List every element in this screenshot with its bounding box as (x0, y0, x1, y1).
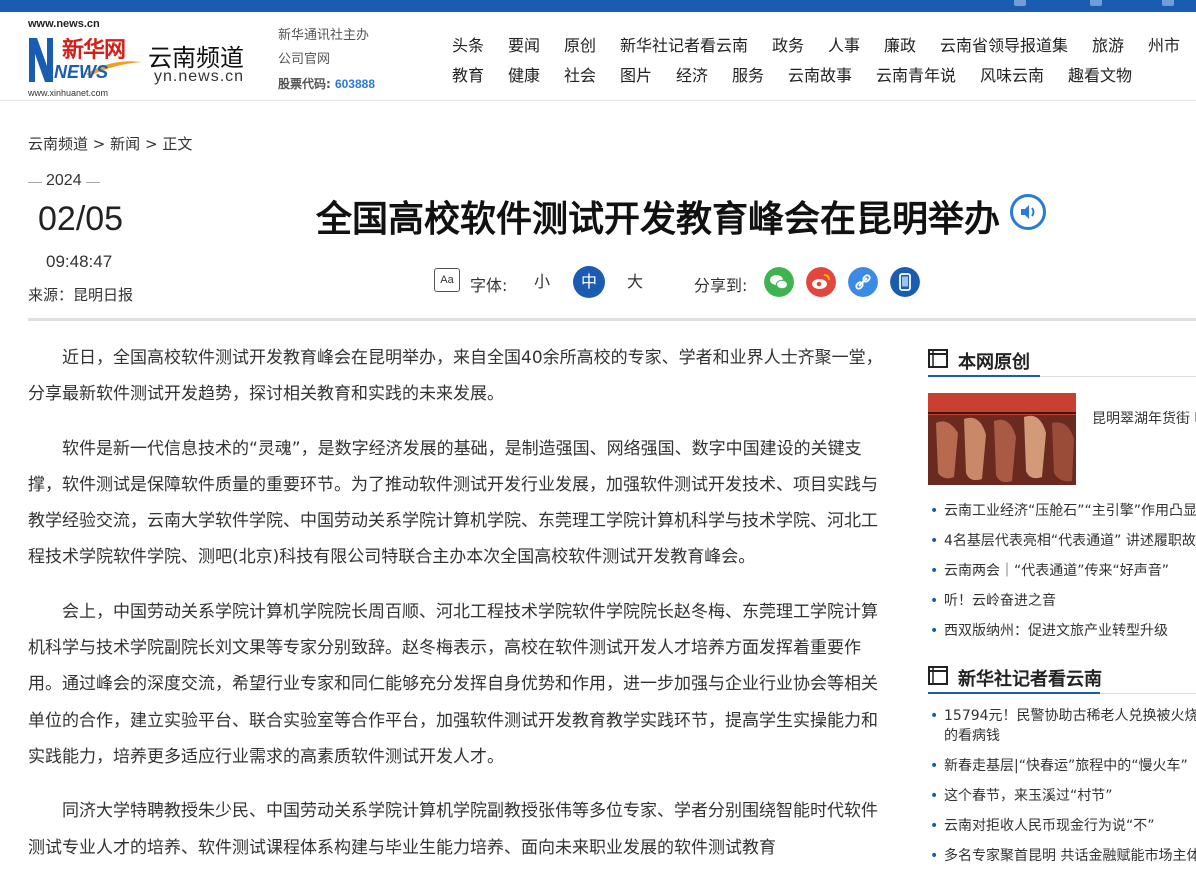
article-paragraph: 软件是新一代信息技术的“灵魂”，是数字经济发展的基础，是制造强国、网络强国、数字… (28, 438, 878, 568)
font-size-icon: Aa (434, 268, 460, 292)
article-paragraph: 同济大学特聘教授朱少民、中国劳动关系学院计算机学院副教授张伟等多位专家、学者分别… (28, 801, 878, 858)
original-news-list: 云南工业经济“压舱石”“主引擎”作用凸显 4名基层代表亮相“代表通道” 讲述履职… (928, 501, 1196, 641)
nav-link[interactable]: 教育 (452, 62, 484, 86)
nav-link[interactable]: 云南省领导报道集 (940, 32, 1068, 56)
audio-play-button[interactable] (1010, 194, 1046, 230)
publish-time: 09:48:47 (46, 252, 113, 271)
logo-url-top: www.news.cn (28, 18, 100, 30)
mobile-share-icon[interactable] (890, 267, 920, 297)
book-icon (928, 666, 948, 685)
nav-link[interactable]: 人事 (828, 32, 860, 56)
article-paragraph: 会上，中国劳动关系学院计算机学院院长周百顺、河北工程技术学院软件学院院长赵冬梅、… (28, 601, 878, 767)
list-item[interactable]: 云南对拒收人民币现金行为说“不” (928, 816, 1196, 836)
list-item[interactable]: 西双版纳州：促进文旅产业转型升级 (928, 621, 1196, 641)
nav-link[interactable]: 经济 (676, 62, 708, 86)
font-size-label: 字体: (470, 276, 508, 295)
nav-link[interactable]: 旅游 (1092, 32, 1124, 56)
meta-sponsor: 新华通讯社主办 (278, 28, 370, 43)
breadcrumb-separator: > (92, 135, 106, 153)
meta-stock[interactable]: 股票代码: 603888 (278, 72, 375, 97)
publish-month-day: 02/05 (38, 200, 124, 238)
article-paragraph: 近日，全国高校软件测试开发教育峰会在昆明举办，来自全国40余所高校的专家、学者和… (28, 348, 883, 405)
list-item[interactable]: 4名基层代表亮相“代表通道” 讲述履职故事 (928, 531, 1196, 551)
nav-link[interactable]: 政务 (772, 32, 804, 56)
stock-code: 603888 (334, 77, 375, 91)
font-size-medium[interactable]: 中 (573, 266, 605, 298)
logo-n-icon (29, 38, 53, 82)
top-more-icon[interactable] (1162, 0, 1174, 6)
logo-url-bottom: www.xinhuanet.com (28, 88, 109, 98)
featured-story-image[interactable] (928, 393, 1076, 485)
speaker-icon (1021, 205, 1035, 219)
weibo-share-icon[interactable] (806, 267, 836, 297)
nav-link[interactable]: 州市 (1148, 32, 1180, 56)
font-size-small[interactable]: 小 (526, 266, 558, 298)
list-item[interactable]: 这个春节，来玉溪过“村节” (928, 786, 1196, 806)
sidebar-title-underline (928, 375, 1040, 377)
featured-story-caption[interactable]: 昆明翠湖年货街 味浓 (1092, 407, 1196, 431)
top-blue-bar (0, 0, 1196, 12)
publish-year: 2024 (28, 172, 99, 189)
channel-url: yn.news.cn (154, 68, 245, 85)
list-item[interactable]: 15794元！民警协助古稀老人兑换被火烧而残损的看病钱 (928, 706, 1196, 746)
nav-link[interactable]: 图片 (620, 62, 652, 86)
nav-link[interactable]: 风味云南 (980, 62, 1044, 86)
logo-name-en: NEWS (54, 62, 108, 82)
nav-link[interactable]: 趣看文物 (1068, 62, 1132, 86)
sidebar-reporters-header: 新华社记者看云南 (928, 657, 1196, 694)
font-size-large[interactable]: 大 (619, 266, 651, 298)
nav-link[interactable]: 要闻 (508, 32, 540, 56)
nav-link[interactable]: 新华社记者看云南 (620, 32, 748, 56)
book-icon (928, 349, 948, 368)
list-item[interactable]: 听！云岭奋进之音 (928, 591, 1196, 611)
nav-link[interactable]: 头条 (452, 32, 484, 56)
meta-official[interactable]: 公司官网 (278, 48, 375, 72)
wechat-share-icon[interactable] (764, 267, 794, 297)
site-logo[interactable]: www.news.cn 新华网 NEWS www.xinhuanet.com 云… (28, 18, 268, 100)
breadcrumb-home[interactable]: 云南频道 (28, 135, 88, 153)
nav-link[interactable]: 健康 (508, 62, 540, 86)
top-pad-icon[interactable] (1090, 0, 1102, 6)
nav-link[interactable]: 云南青年说 (876, 62, 956, 86)
sidebar: 本网原创 昆明翠湖年货街 味浓 云南工业经济“压舱石”“主引擎”作用凸显 4名基… (928, 340, 1196, 876)
stock-label: 股票代码: (278, 77, 331, 91)
breadcrumb-separator: > (144, 135, 158, 153)
breadcrumb-section[interactable]: 新闻 (110, 135, 140, 153)
link-share-icon[interactable] (848, 267, 878, 297)
list-item[interactable]: 新春走基层|“快春运”旅程中的“慢火车” (928, 756, 1196, 776)
share-label: 分享到: (694, 276, 748, 295)
site-header: www.news.cn 新华网 NEWS www.xinhuanet.com 云… (0, 12, 1196, 101)
list-item[interactable]: 云南工业经济“压舱石”“主引擎”作用凸显 (928, 501, 1196, 521)
sidebar-title-underline (928, 692, 1100, 694)
nav-link[interactable]: 云南故事 (788, 62, 852, 86)
top-mobile-icon[interactable] (1014, 0, 1026, 6)
reporters-news-list: 15794元！民警协助古稀老人兑换被火烧而残损的看病钱 新春走基层|“快春运”旅… (928, 706, 1196, 866)
site-meta: 新华通讯社主办 公司官网 股票代码: 603888 (278, 24, 375, 97)
featured-story[interactable]: 昆明翠湖年货街 味浓 (928, 393, 1196, 501)
breadcrumb: 云南频道 > 新闻 > 正文 (28, 133, 192, 154)
article-source: 来源：昆明日报 (28, 286, 134, 304)
list-item[interactable]: 云南两会｜“代表通道”传来“好声音” (928, 561, 1196, 581)
nav-link[interactable]: 廉政 (884, 32, 916, 56)
list-item[interactable]: 多名专家聚首昆明 共话金融赋能市场主体 (928, 846, 1196, 866)
sidebar-original-header: 本网原创 (928, 340, 1196, 377)
article-body: 近日，全国高校软件测试开发教育峰会在昆明举办，来自全国40余所高校的专家、学者和… (28, 340, 890, 884)
article-title: 全国高校软件测试开发教育峰会在昆明举办 (316, 199, 1001, 240)
nav-link[interactable]: 社会 (564, 62, 596, 86)
content-divider (28, 318, 1196, 321)
breadcrumb-current: 正文 (162, 135, 193, 153)
sidebar-original-title: 本网原创 (958, 352, 1030, 373)
sidebar-reporters-title: 新华社记者看云南 (958, 669, 1102, 690)
nav-link[interactable]: 原创 (564, 32, 596, 56)
nav-link[interactable]: 服务 (732, 62, 764, 86)
